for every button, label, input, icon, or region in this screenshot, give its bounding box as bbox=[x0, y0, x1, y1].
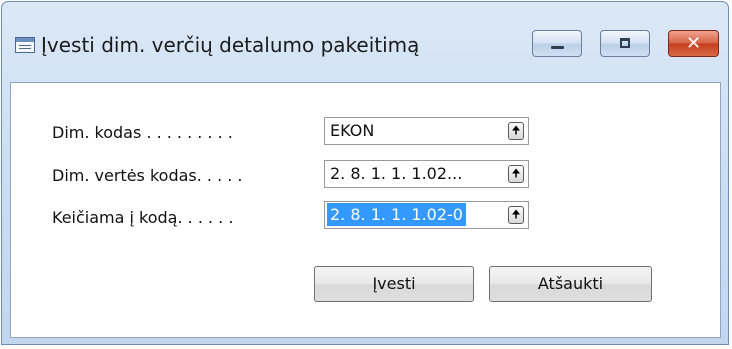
close-icon: ✕ bbox=[685, 33, 702, 54]
maximize-icon bbox=[620, 38, 630, 48]
arrow-up-icon[interactable]: 🠉 bbox=[508, 122, 524, 140]
close-button[interactable]: ✕ bbox=[668, 30, 719, 57]
dim-value-code-value: 2. 8. 1. 1. 1.02... bbox=[330, 164, 463, 183]
dim-code-label: Dim. kodas . . . . . . . . . bbox=[52, 123, 233, 142]
maximize-button[interactable] bbox=[600, 30, 650, 57]
dim-value-code-label: Dim. vertės kodas. . . . . bbox=[52, 166, 243, 185]
cancel-button[interactable]: Atšaukti bbox=[489, 266, 652, 302]
new-code-field[interactable]: 2. 8. 1. 1. 1.02-0 🠉 bbox=[324, 201, 529, 229]
form-window-icon bbox=[15, 37, 35, 53]
dialog-window: Įvesti dim. verčių detalumo pakeitimą ✕ … bbox=[1, 1, 729, 345]
new-code-label: Keičiama į kodą. . . . . . bbox=[52, 208, 234, 227]
arrow-up-icon[interactable]: 🠉 bbox=[508, 165, 524, 183]
ok-button[interactable]: Įvesti bbox=[314, 266, 474, 302]
dim-code-field[interactable]: EKON 🠉 bbox=[324, 117, 529, 145]
minimize-icon bbox=[551, 46, 564, 49]
dialog-content: Dim. kodas . . . . . . . . . EKON 🠉 Dim.… bbox=[10, 82, 721, 338]
dim-code-value: EKON bbox=[330, 121, 375, 140]
title-bar[interactable]: Įvesti dim. verčių detalumo pakeitimą ✕ bbox=[2, 2, 728, 82]
arrow-up-icon[interactable]: 🠉 bbox=[508, 206, 524, 224]
window-title: Įvesti dim. verčių detalumo pakeitimą bbox=[41, 33, 420, 57]
dim-value-code-field[interactable]: 2. 8. 1. 1. 1.02... 🠉 bbox=[324, 160, 529, 188]
minimize-button[interactable] bbox=[532, 30, 582, 57]
new-code-value: 2. 8. 1. 1. 1.02-0 bbox=[327, 203, 466, 226]
